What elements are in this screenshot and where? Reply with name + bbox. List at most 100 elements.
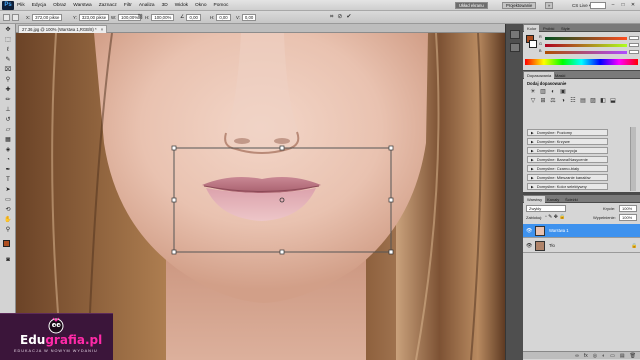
- cs-live-button[interactable]: CS Live ▾: [572, 2, 591, 9]
- dodge-tool-icon[interactable]: ◔: [2, 156, 14, 164]
- tab-swatches[interactable]: Próbki: [540, 25, 557, 32]
- tab-masks[interactable]: Maski: [552, 72, 568, 79]
- 3d-rotate-tool-icon[interactable]: ⟲: [2, 206, 14, 214]
- color-panel-background[interactable]: [529, 40, 537, 48]
- shape-tool-icon[interactable]: ▭: [2, 196, 14, 204]
- clone-stamp-tool-icon[interactable]: ⊥: [2, 106, 14, 114]
- angle-input[interactable]: 0,00: [186, 13, 201, 21]
- commit-transform-icon[interactable]: ✔: [346, 13, 351, 21]
- reference-point[interactable]: [279, 197, 285, 203]
- workspace-more-button[interactable]: »: [545, 2, 554, 9]
- history-panel-icon[interactable]: [510, 30, 520, 39]
- actions-panel-icon[interactable]: [510, 43, 520, 52]
- blue-value-input[interactable]: [629, 50, 639, 54]
- eraser-tool-icon[interactable]: ▱: [2, 126, 14, 134]
- vskew-input[interactable]: 0,00: [241, 13, 257, 21]
- history-brush-tool-icon[interactable]: ↺: [2, 116, 14, 124]
- handle-middle-left[interactable]: [171, 197, 177, 203]
- type-tool-icon[interactable]: T: [2, 176, 14, 184]
- workspace-button-design[interactable]: Projektowanie: [502, 2, 537, 9]
- handle-top-center[interactable]: [279, 145, 285, 151]
- delete-layer-icon[interactable]: 🗑: [630, 352, 636, 359]
- crop-tool-icon[interactable]: ⌧: [2, 66, 14, 74]
- fill-input[interactable]: 100%: [619, 214, 637, 221]
- blur-tool-icon[interactable]: ◈: [2, 146, 14, 154]
- opacity-input[interactable]: 100%: [619, 205, 637, 212]
- preset-exposure[interactable]: ▶ Domyślne: Ekspozycja: [527, 147, 608, 154]
- workspace-button-layout[interactable]: Układ ekranu: [455, 2, 488, 9]
- exposure-adjust-icon[interactable]: ▣: [559, 89, 567, 96]
- gradient-tool-icon[interactable]: ▦: [2, 136, 14, 144]
- transform-box[interactable]: [16, 33, 505, 360]
- tab-color[interactable]: Kolor: [524, 25, 540, 32]
- preset-hue-saturation[interactable]: ▶ Domyślne: Barwa/Nasycenie: [527, 156, 608, 163]
- height-input[interactable]: 100,00%: [151, 13, 175, 21]
- handle-bottom-center[interactable]: [279, 249, 285, 255]
- zoom-tool-icon[interactable]: ⚲: [2, 226, 14, 234]
- search-input[interactable]: [590, 2, 606, 9]
- close-document-icon[interactable]: ×: [101, 27, 103, 32]
- warp-icon[interactable]: ⌗: [330, 13, 333, 21]
- preset-selective-color[interactable]: ▶ Domyślne: Kolor selektywny: [527, 183, 608, 190]
- layer-style-icon[interactable]: fx: [584, 352, 588, 359]
- handle-bottom-right[interactable]: [388, 249, 394, 255]
- preset-levels[interactable]: ▶ Domyślne: Poziomy: [527, 129, 608, 136]
- healing-tool-icon[interactable]: ✚: [2, 86, 14, 94]
- quick-select-tool-icon[interactable]: ✎: [2, 56, 14, 64]
- color-spectrum[interactable]: [525, 59, 638, 65]
- levels-adjust-icon[interactable]: ▥: [539, 89, 547, 96]
- curves-adjust-icon[interactable]: ◐: [549, 89, 557, 96]
- brush-tool-icon[interactable]: ✏: [2, 96, 14, 104]
- lasso-tool-icon[interactable]: ℓ: [2, 46, 14, 54]
- add-mask-icon[interactable]: ◎: [593, 352, 597, 359]
- handle-top-left[interactable]: [171, 145, 177, 151]
- eyedropper-tool-icon[interactable]: ⚲: [2, 76, 14, 84]
- preset-black-white[interactable]: ▶ Domyślne: Czarno-biały: [527, 165, 608, 172]
- green-value-input[interactable]: [629, 43, 639, 47]
- x-input[interactable]: 372,00 pikse: [32, 13, 63, 21]
- adjustment-layer-icon[interactable]: ◐: [602, 352, 605, 359]
- link-layers-icon[interactable]: ∞: [575, 352, 579, 359]
- tab-paths[interactable]: Ścieżki: [562, 196, 581, 203]
- red-value-input[interactable]: [629, 36, 639, 40]
- posterize-adjust-icon[interactable]: ◧: [599, 98, 607, 105]
- invert-adjust-icon[interactable]: ▨: [589, 98, 597, 105]
- visibility-eye-icon[interactable]: 👁: [526, 239, 532, 253]
- preset-curves[interactable]: ▶ Domyślne: Krzywe: [527, 138, 608, 145]
- path-select-tool-icon[interactable]: ➤: [2, 186, 14, 194]
- marquee-tool-icon[interactable]: ⬚: [2, 36, 14, 44]
- new-layer-icon[interactable]: ▤: [620, 352, 625, 359]
- layer-row-background[interactable]: 👁 Tło 🔒: [523, 239, 640, 253]
- hskew-input[interactable]: 0,00: [216, 13, 231, 21]
- photo-filter-adjust-icon[interactable]: ☷: [569, 98, 577, 105]
- foreground-color-swatch[interactable]: [3, 240, 10, 247]
- document-tab[interactable]: 27.36.jpg @ 100% (Warstwa 1,RGB/8) * ×: [18, 25, 108, 33]
- layer-row-1[interactable]: 👁 Warstwa 1: [523, 224, 640, 238]
- green-slider[interactable]: [545, 44, 627, 47]
- tab-adjustments[interactable]: Dopasowania: [524, 72, 555, 79]
- handle-middle-right[interactable]: [388, 197, 394, 203]
- tab-layers[interactable]: Warstwy: [524, 196, 546, 203]
- presets-scrollbar[interactable]: [630, 127, 636, 191]
- preset-channel-mixer[interactable]: ▶ Domyślne: Mieszanie kanałów: [527, 174, 608, 181]
- tab-styles[interactable]: Style: [558, 25, 573, 32]
- new-group-icon[interactable]: ▭: [610, 352, 615, 359]
- visibility-eye-icon[interactable]: 👁: [526, 224, 532, 238]
- tab-channels[interactable]: Kanały: [544, 196, 562, 203]
- image-canvas[interactable]: [16, 33, 505, 360]
- hand-tool-icon[interactable]: ✋: [2, 216, 14, 224]
- blue-slider[interactable]: [545, 51, 627, 54]
- handle-top-right[interactable]: [388, 145, 394, 151]
- handle-bottom-left[interactable]: [171, 249, 177, 255]
- black-white-adjust-icon[interactable]: ◑: [559, 98, 567, 105]
- restore-button[interactable]: □: [619, 2, 627, 9]
- blend-mode-select[interactable]: Zwykły: [526, 205, 566, 212]
- close-button[interactable]: ✕: [629, 2, 637, 9]
- cancel-transform-icon[interactable]: ⊘: [337, 13, 342, 21]
- vibrance-adjust-icon[interactable]: ▽: [529, 98, 537, 105]
- y-input[interactable]: 323,00 pikse: [78, 13, 110, 21]
- red-slider[interactable]: [545, 37, 627, 40]
- brightness-adjust-icon[interactable]: ☀: [529, 89, 537, 96]
- link-icon[interactable]: ⛓: [137, 13, 143, 21]
- hue-saturation-adjust-icon[interactable]: ⊞: [539, 98, 547, 105]
